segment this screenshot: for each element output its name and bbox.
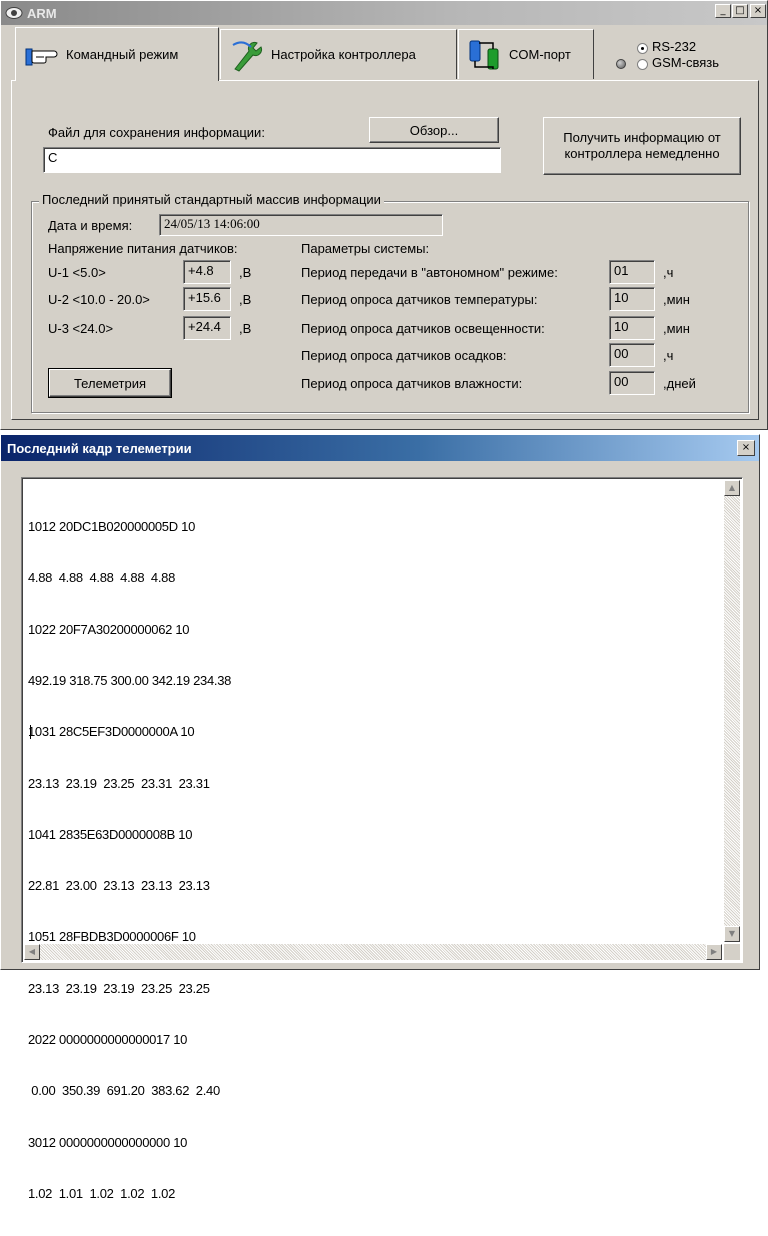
voltage-value-u2: +15.6 xyxy=(183,287,231,311)
minimize-icon: _ xyxy=(720,5,726,16)
param-unit-precipitation: ,ч xyxy=(663,348,674,363)
tab-controller-settings-label: Настройка контроллера xyxy=(271,47,416,62)
telemetry-window: Последний кадр телеметрии × 1012 20DC1B0… xyxy=(0,434,760,1201)
telemetry-line: 3012 0000000000000000 10 xyxy=(28,1134,188,1150)
param-name-autonomous: Период передачи в "автономном" режиме: xyxy=(301,265,558,280)
last-array-legend: Последний принятый стандартный массив ин… xyxy=(39,192,384,207)
horizontal-scrollbar[interactable] xyxy=(24,944,722,960)
voltage-unit-u3: ,В xyxy=(239,321,252,336)
close-button[interactable]: × xyxy=(750,4,766,18)
scroll-up-icon: ▲ xyxy=(728,483,736,492)
save-file-path-input[interactable]: C xyxy=(43,147,501,173)
telemetry-title-bar[interactable]: Последний кадр телеметрии × xyxy=(1,435,759,461)
param-name-illumination: Период опроса датчиков освещенности: xyxy=(301,321,545,336)
main-window: ARM _ □ × Командный режим Настройка конт… xyxy=(0,0,768,430)
telemetry-line: 23.13 23.19 23.25 23.31 23.31 xyxy=(28,775,210,791)
telemetry-line: 1012 20DC1B020000005D 10 xyxy=(28,519,195,535)
param-unit-autonomous: ,ч xyxy=(663,265,674,280)
telemetry-line: 1022 20F7A30200000062 10 xyxy=(28,621,190,637)
rs232-label[interactable]: RS-232 xyxy=(652,39,696,54)
voltage-unit-u1: ,В xyxy=(239,265,252,280)
scroll-left-icon: ◀ xyxy=(28,947,36,956)
voltage-value-u1: +4.8 xyxy=(183,260,231,284)
save-file-path-value: C xyxy=(48,150,58,165)
app-icon xyxy=(5,7,23,19)
telemetry-line: 22.81 23.00 23.13 23.13 23.13 xyxy=(28,878,210,894)
datetime-label: Дата и время: xyxy=(48,218,133,233)
param-name-humidity: Период опроса датчиков влажности: xyxy=(301,376,523,391)
param-value-precipitation: 00 xyxy=(609,343,655,367)
scroll-up-button[interactable]: ▲ xyxy=(724,480,740,496)
telemetry-lines: 1012 20DC1B020000005D 10 4.88 4.88 4.88 … xyxy=(28,484,231,1236)
maximize-icon: □ xyxy=(735,5,745,16)
minimize-button[interactable]: _ xyxy=(715,4,731,18)
get-info-now-label: Получить информацию от контроллера немед… xyxy=(563,130,721,161)
telemetry-line: 1031 28C5EF3D0000000A 10 xyxy=(28,724,195,740)
telemetry-line: 492.19 318.75 300.00 342.19 234.38 xyxy=(28,673,232,689)
tab-command-mode-label: Командный режим xyxy=(66,47,179,62)
param-name-temperature: Период опроса датчиков температуры: xyxy=(301,292,538,307)
scroll-down-icon: ▼ xyxy=(728,929,736,938)
telemetry-line: 1051 28FBDB3D0000006F 10 xyxy=(28,929,196,945)
sensor-voltage-label: Напряжение питания датчиков: xyxy=(48,241,238,256)
param-unit-temperature: ,мин xyxy=(663,292,690,307)
pointing-hand-icon xyxy=(25,48,58,65)
param-unit-humidity: ,дней xyxy=(663,376,696,391)
tab-com-port[interactable]: COM-порт xyxy=(458,29,594,79)
voltage-name-u2: U-2 <10.0 - 20.0> xyxy=(48,292,150,307)
scroll-right-button[interactable]: ▶ xyxy=(706,944,722,960)
wrench-icon xyxy=(232,40,263,72)
telemetry-close-button[interactable]: × xyxy=(737,440,755,456)
com-port-icon xyxy=(469,40,499,69)
browse-button[interactable]: Обзор... xyxy=(369,117,499,143)
browse-button-label: Обзор... xyxy=(409,122,459,138)
param-value-illumination: 10 xyxy=(609,316,655,340)
gsm-label[interactable]: GSM-связь xyxy=(652,55,719,70)
scroll-right-icon: ▶ xyxy=(710,947,718,956)
telemetry-button-label: Телеметрия xyxy=(73,375,147,391)
gsm-radio[interactable] xyxy=(637,59,648,70)
main-title: ARM xyxy=(27,5,57,21)
tab-com-port-label: COM-порт xyxy=(509,47,571,62)
param-unit-illumination: ,мин xyxy=(663,321,690,336)
telemetry-title: Последний кадр телеметрии xyxy=(7,440,192,456)
main-title-bar[interactable]: ARM _ □ × xyxy=(1,1,767,25)
voltage-name-u3: U-3 <24.0> xyxy=(48,321,114,336)
datetime-value: 24/05/13 14:06:00 xyxy=(159,214,443,236)
close-icon: × xyxy=(753,5,763,16)
get-info-now-button[interactable]: Получить информацию от контроллера немед… xyxy=(543,117,741,175)
tab-command-mode[interactable]: Командный режим xyxy=(15,27,219,81)
telemetry-line: 23.13 23.19 23.19 23.25 23.25 xyxy=(28,980,210,996)
param-value-autonomous: 01 xyxy=(609,260,655,284)
telemetry-line: 0.00 350.39 691.20 383.62 2.40 xyxy=(28,1083,220,1099)
scroll-left-button[interactable]: ◀ xyxy=(24,944,40,960)
scrollbar-corner xyxy=(724,944,740,960)
voltage-value-u3: +24.4 xyxy=(183,316,231,340)
system-params-label: Параметры системы: xyxy=(301,241,430,256)
param-name-precipitation: Период опроса датчиков осадков: xyxy=(301,348,507,363)
telemetry-line: 4.88 4.88 4.88 4.88 4.88 xyxy=(28,570,176,586)
telemetry-text-area[interactable]: 1012 20DC1B020000005D 10 4.88 4.88 4.88 … xyxy=(21,477,743,1201)
scroll-down-button[interactable]: ▼ xyxy=(724,926,740,942)
text-caret xyxy=(30,725,31,739)
rs232-radio[interactable] xyxy=(637,43,648,54)
telemetry-line: 1041 2835E63D0000008B 10 xyxy=(28,826,193,842)
close-icon: × xyxy=(741,442,751,453)
tab-controller-settings[interactable]: Настройка контроллера xyxy=(220,29,457,79)
telemetry-line: 1.02 1.01 1.02 1.02 1.02 xyxy=(28,1185,176,1201)
voltage-unit-u2: ,В xyxy=(239,292,252,307)
param-value-humidity: 00 xyxy=(609,371,655,395)
save-file-label: Файл для сохранения информации: xyxy=(48,125,265,140)
status-led-icon xyxy=(616,59,626,69)
param-value-temperature: 10 xyxy=(609,287,655,311)
telemetry-button[interactable]: Телеметрия xyxy=(48,368,172,398)
voltage-name-u1: U-1 <5.0> xyxy=(48,265,106,280)
vertical-scrollbar[interactable] xyxy=(724,480,740,942)
maximize-button[interactable]: □ xyxy=(732,4,748,18)
telemetry-line: 2022 0000000000000017 10 xyxy=(28,1032,188,1047)
